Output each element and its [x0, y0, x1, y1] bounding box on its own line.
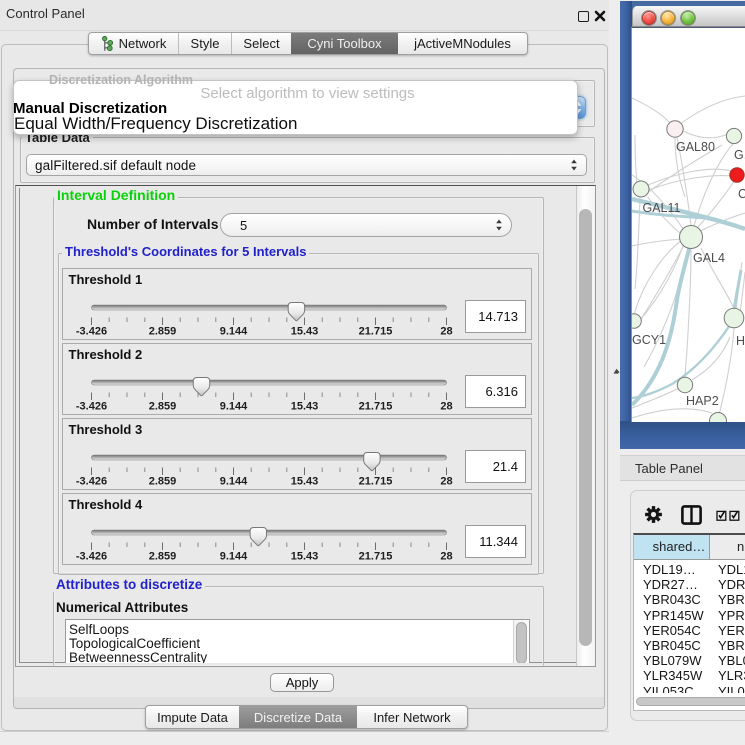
svg-text:21.715: 21.715: [359, 550, 393, 562]
svg-text:28: 28: [440, 475, 452, 487]
svg-text:15.43: 15.43: [291, 400, 319, 412]
svg-text:Threshold 3: Threshold 3: [69, 422, 143, 437]
svg-text:G.: G.: [734, 148, 745, 162]
svg-text:GAL80: GAL80: [676, 140, 715, 154]
svg-text:15.43: 15.43: [291, 550, 319, 562]
svg-text:HAP2: HAP2: [686, 394, 719, 408]
svg-text:GAL11: GAL11: [643, 201, 681, 215]
svg-text:21.715: 21.715: [359, 400, 393, 412]
svg-text:9.144: 9.144: [220, 550, 248, 562]
svg-text:GCY1: GCY1: [632, 333, 666, 347]
svg-text:-3.426: -3.426: [76, 550, 107, 562]
svg-text:2.859: 2.859: [149, 550, 177, 562]
svg-text:H: H: [736, 334, 745, 348]
svg-text:-3.426: -3.426: [76, 400, 107, 412]
svg-text:9.144: 9.144: [220, 400, 248, 412]
svg-text:C: C: [738, 187, 745, 201]
svg-text:9.144: 9.144: [220, 325, 248, 337]
svg-text:2.859: 2.859: [149, 325, 177, 337]
svg-text:Threshold 2: Threshold 2: [69, 347, 143, 362]
svg-text:2.859: 2.859: [149, 475, 177, 487]
svg-text:28: 28: [440, 400, 452, 412]
svg-text:-3.426: -3.426: [76, 475, 107, 487]
svg-text:28: 28: [440, 550, 452, 562]
svg-text:21.715: 21.715: [359, 325, 393, 337]
svg-text:28: 28: [440, 325, 452, 337]
svg-text:Threshold 4: Threshold 4: [69, 497, 143, 512]
svg-text:15.43: 15.43: [291, 475, 319, 487]
svg-text:-3.426: -3.426: [76, 325, 107, 337]
svg-text:GAL4: GAL4: [693, 251, 725, 265]
svg-text:21.715: 21.715: [359, 475, 393, 487]
svg-text:Threshold 1: Threshold 1: [69, 272, 143, 287]
svg-text:9.144: 9.144: [220, 475, 248, 487]
svg-text:2.859: 2.859: [149, 400, 177, 412]
svg-text:15.43: 15.43: [291, 325, 319, 337]
